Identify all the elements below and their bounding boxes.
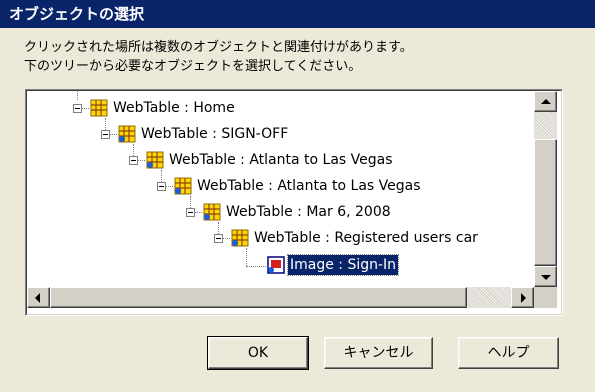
- scroll-down-button[interactable]: [534, 266, 557, 287]
- tree-area: WebTable : Home WebTable : SIGN-OFF WebT…: [27, 91, 534, 287]
- webtable-icon: [231, 229, 249, 247]
- vertical-scroll-thumb[interactable]: [534, 139, 557, 266]
- tree-node-webtable-home[interactable]: WebTable : Home: [27, 98, 527, 122]
- tree-node-label: WebTable : SIGN-OFF: [141, 126, 289, 142]
- scroll-left-button[interactable]: [27, 287, 50, 308]
- cancel-button[interactable]: キャンセル: [324, 337, 433, 369]
- scroll-right-button[interactable]: [511, 287, 534, 308]
- tree-connector: [138, 160, 145, 161]
- collapse-toggle[interactable]: [101, 130, 110, 139]
- vertical-scrollbar[interactable]: [534, 91, 557, 287]
- tree-node-label: WebTable : Atlanta to Las Vegas: [169, 152, 393, 168]
- arrow-down-icon: [541, 275, 551, 280]
- tree-node-image-sign-in[interactable]: Image : Sign-In: [27, 254, 527, 279]
- webtable-icon: [203, 203, 221, 221]
- tree-node-label: Image : Sign-In: [286, 254, 400, 276]
- webtable-icon: [90, 99, 108, 117]
- tree-node-label: WebTable : Home: [113, 100, 235, 116]
- help-button[interactable]: ヘルプ: [458, 337, 559, 369]
- scrollbar-corner: [534, 287, 557, 308]
- instruction-line-2: 下のツリーから必要なオブジェクトを選択してください。: [24, 59, 362, 74]
- tree-connector: [166, 186, 173, 187]
- collapse-toggle[interactable]: [157, 182, 166, 191]
- dialog-title-bar: オブジェクトの選択: [0, 0, 595, 28]
- tree-connector: [82, 108, 89, 109]
- webtable-icon: [174, 177, 192, 195]
- horizontal-scroll-thumb[interactable]: [50, 287, 467, 308]
- tree-node-label: WebTable : Registered users car: [254, 230, 478, 246]
- tree-node-webtable-sign-off[interactable]: WebTable : SIGN-OFF: [27, 124, 527, 148]
- arrow-up-icon: [541, 99, 551, 104]
- tree-node-label: WebTable : Mar 6, 2008: [226, 204, 391, 220]
- webtable-icon: [118, 125, 136, 143]
- collapse-toggle[interactable]: [214, 234, 223, 243]
- webtable-icon: [146, 151, 164, 169]
- tree-connector: [223, 238, 230, 239]
- instruction-line-1: クリックされた場所は複数のオブジェクトと関連付けがあります。: [24, 40, 413, 55]
- tree-node-webtable-atlanta-2[interactable]: WebTable : Atlanta to Las Vegas: [27, 176, 527, 200]
- tree-node-webtable-mar-6[interactable]: WebTable : Mar 6, 2008: [27, 202, 527, 226]
- instructions: クリックされた場所は複数のオブジェクトと関連付けがあります。 下のツリーから必要…: [24, 38, 584, 76]
- tree-connector: [195, 212, 202, 213]
- arrow-left-icon: [35, 293, 40, 303]
- tree-node-webtable-atlanta-1[interactable]: WebTable : Atlanta to Las Vegas: [27, 150, 527, 174]
- tree-node-label: WebTable : Atlanta to Las Vegas: [197, 178, 421, 194]
- tree-node-webtable-registered-users[interactable]: WebTable : Registered users car: [27, 228, 534, 252]
- tree-connector: [110, 134, 117, 135]
- object-tree-view[interactable]: WebTable : Home WebTable : SIGN-OFF WebT…: [26, 90, 562, 315]
- object-tree-frame: WebTable : Home WebTable : SIGN-OFF WebT…: [25, 89, 563, 316]
- collapse-toggle[interactable]: [129, 156, 138, 165]
- image-icon: [267, 256, 285, 274]
- ok-button[interactable]: OK: [207, 336, 309, 370]
- dialog-title: オブジェクトの選択: [9, 5, 145, 23]
- horizontal-scrollbar[interactable]: [27, 287, 534, 308]
- collapse-toggle[interactable]: [186, 208, 195, 217]
- scroll-up-button[interactable]: [534, 91, 557, 112]
- collapse-toggle[interactable]: [73, 104, 82, 113]
- arrow-right-icon: [521, 293, 526, 303]
